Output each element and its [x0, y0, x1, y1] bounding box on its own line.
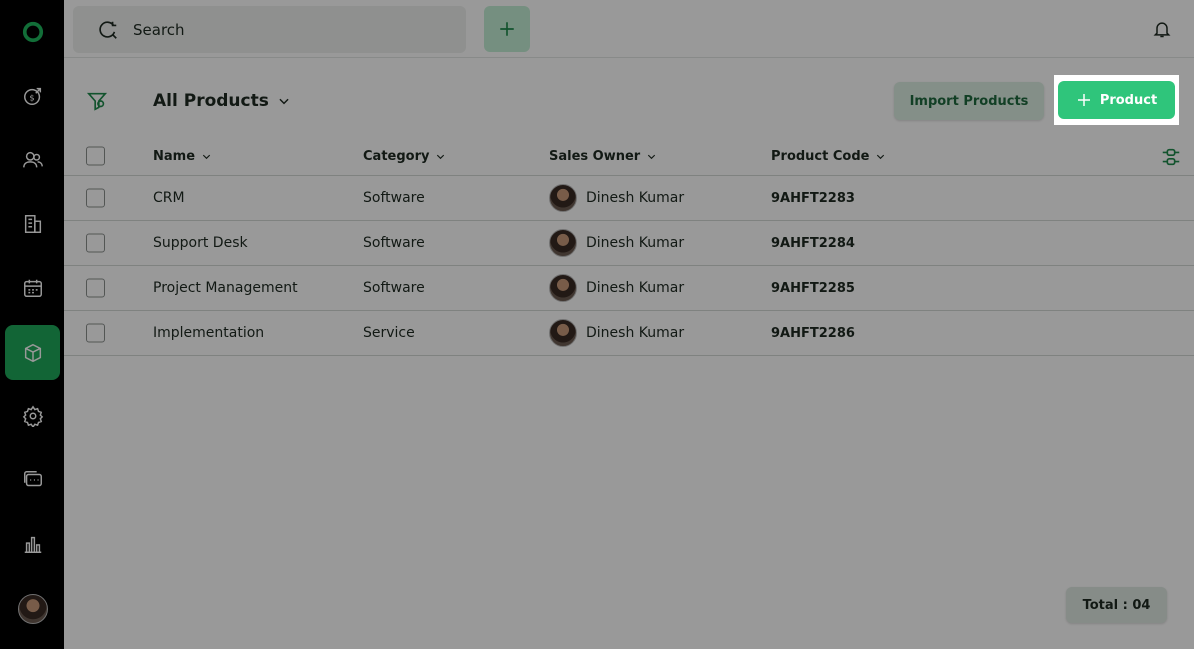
owner-avatar: [549, 319, 577, 347]
view-title: All Products: [153, 91, 269, 111]
reports-icon: [24, 536, 41, 553]
sales-owner: Dinesh Kumar: [549, 266, 684, 310]
product-name[interactable]: Implementation: [153, 311, 264, 355]
svg-text:$: $: [29, 92, 34, 102]
plus-icon: [1077, 94, 1090, 106]
chevron-down-icon: [279, 98, 289, 105]
import-products-button[interactable]: Import Products: [894, 82, 1044, 120]
nav-chat[interactable]: [5, 452, 60, 507]
highlight-frame: Product: [1054, 75, 1179, 125]
column-header-sales-owner[interactable]: Sales Owner: [549, 138, 657, 175]
chevron-down-icon: [877, 154, 885, 160]
chevron-down-icon: [202, 154, 211, 160]
logo-icon: [22, 21, 43, 42]
product-code: 9AHFT2285: [771, 280, 855, 296]
product-code: 9AHFT2284: [771, 235, 855, 251]
product-name[interactable]: CRM: [153, 176, 185, 220]
row-checkbox[interactable]: [86, 278, 105, 298]
settings-icon: [22, 405, 43, 427]
select-all-checkbox[interactable]: [86, 146, 105, 166]
column-header-name[interactable]: Name: [153, 138, 212, 175]
table-row[interactable]: CRM Software Dinesh Kumar 9AHFT2283: [64, 176, 1194, 221]
sales-owner: Dinesh Kumar: [549, 221, 684, 265]
column-header-product-code[interactable]: Product Code: [771, 138, 886, 175]
row-checkbox[interactable]: [86, 233, 105, 253]
product-category: Software: [363, 235, 425, 251]
owner-avatar: [549, 229, 577, 257]
user-avatar: [17, 593, 48, 624]
sidebar: $: [0, 0, 64, 649]
companies-icon: [24, 214, 41, 233]
nav-settings[interactable]: [5, 388, 60, 443]
deals-icon: $: [23, 87, 41, 105]
nav-contacts[interactable]: [5, 132, 60, 187]
main-content: All Products Import Products Name Catego…: [64, 58, 1194, 649]
owner-avatar: [549, 274, 577, 302]
plus-icon: [500, 22, 514, 36]
filter-icon[interactable]: [86, 90, 108, 112]
add-product-button[interactable]: Product: [1058, 81, 1175, 119]
chevron-down-icon: [648, 154, 656, 160]
column-settings-icon[interactable]: [1160, 146, 1182, 168]
product-code: 9AHFT2283: [771, 190, 855, 206]
table-row[interactable]: Project Management Software Dinesh Kumar…: [64, 266, 1194, 311]
chat-icon: [23, 470, 42, 486]
sales-owner: Dinesh Kumar: [549, 311, 684, 355]
add-product-label: Product: [1099, 92, 1158, 108]
search-icon: [99, 20, 117, 39]
product-category: Service: [363, 325, 415, 341]
contacts-icon: [22, 151, 43, 167]
product-category: Software: [363, 190, 425, 206]
table-row[interactable]: Support Desk Software Dinesh Kumar 9AHFT…: [64, 221, 1194, 266]
owner-avatar: [549, 184, 577, 212]
view-selector[interactable]: All Products: [153, 91, 291, 111]
product-name[interactable]: Support Desk: [153, 221, 248, 265]
nav-calendar[interactable]: [5, 260, 60, 315]
search-placeholder: Search: [133, 20, 185, 39]
nav-reports[interactable]: [5, 516, 60, 571]
products-icon: [24, 343, 41, 362]
nav-products[interactable]: [5, 325, 60, 380]
products-table: Name Category Sales Owner Product Code C…: [64, 138, 1194, 356]
search-bar[interactable]: Search: [73, 6, 466, 53]
table-row[interactable]: Implementation Service Dinesh Kumar 9AHF…: [64, 311, 1194, 356]
topbar: Search: [64, 0, 1194, 58]
calendar-icon: [23, 279, 42, 297]
app-logo[interactable]: [5, 4, 60, 59]
bell-icon[interactable]: [1152, 19, 1172, 39]
quick-add-button[interactable]: [484, 6, 530, 52]
total-count-badge: Total : 04: [1066, 587, 1167, 623]
table-header: Name Category Sales Owner Product Code: [64, 138, 1194, 176]
nav-companies[interactable]: [5, 196, 60, 251]
nav-deals[interactable]: $: [5, 68, 60, 123]
product-category: Software: [363, 280, 425, 296]
product-code: 9AHFT2286: [771, 325, 855, 341]
import-products-label: Import Products: [909, 93, 1029, 109]
nav-profile[interactable]: [5, 581, 60, 636]
product-name[interactable]: Project Management: [153, 266, 298, 310]
sales-owner: Dinesh Kumar: [549, 176, 684, 220]
chevron-down-icon: [437, 154, 445, 160]
row-checkbox[interactable]: [86, 188, 105, 208]
row-checkbox[interactable]: [86, 323, 105, 343]
column-header-category[interactable]: Category: [363, 138, 446, 175]
